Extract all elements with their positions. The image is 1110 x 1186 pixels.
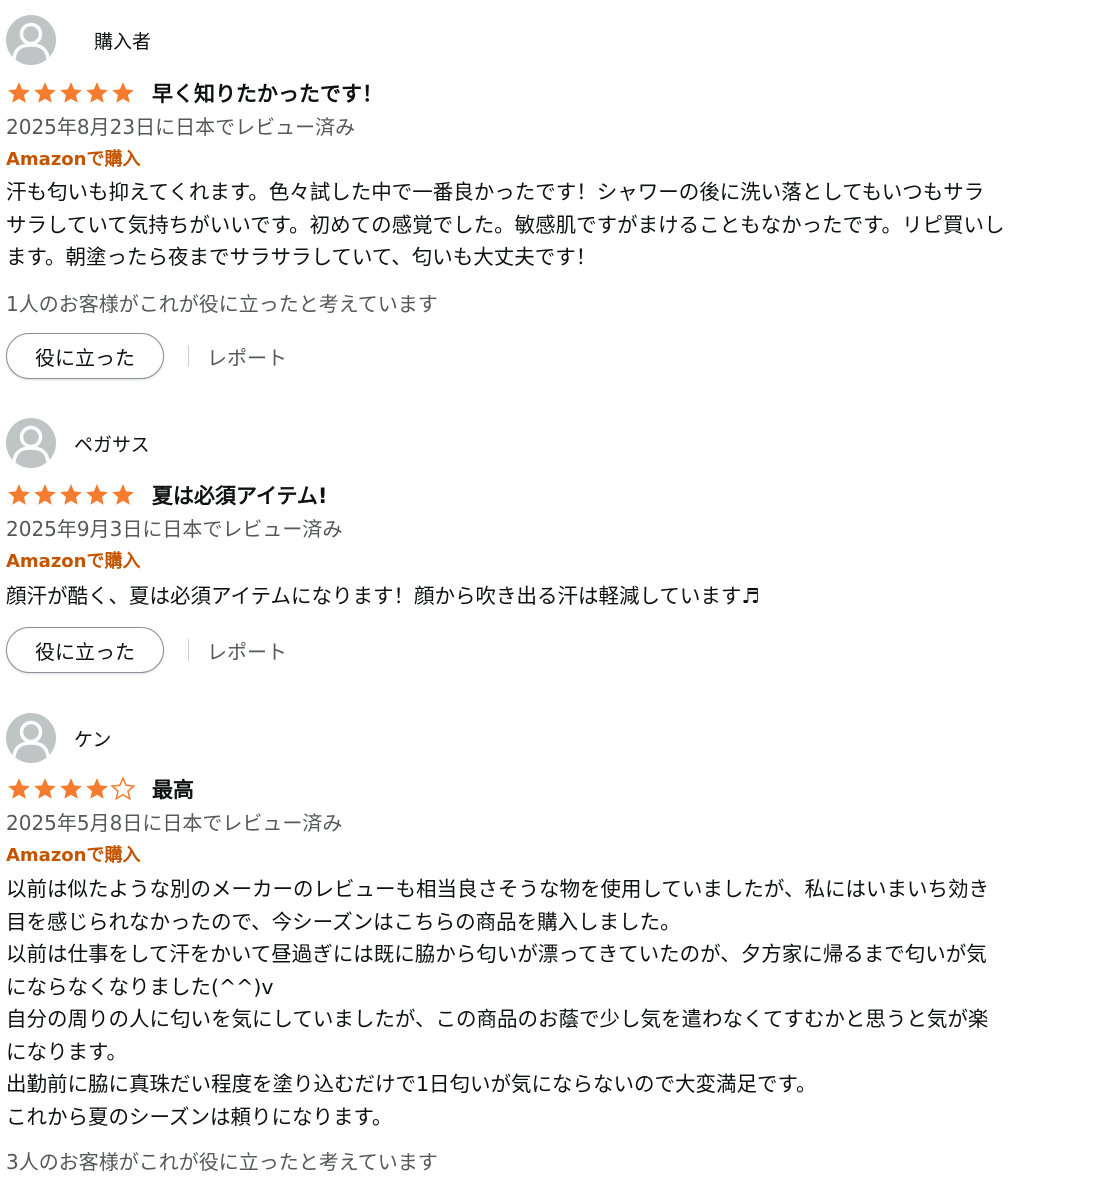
review-title[interactable]: 夏は必須アイテム! [152, 480, 327, 510]
star-rating[interactable] [6, 482, 136, 508]
star-filled-icon [60, 82, 82, 103]
review-date: 2025年8月23日に日本でレビュー済み [6, 115, 356, 139]
star-filled-icon [86, 82, 108, 103]
user-silhouette-icon [12, 425, 50, 463]
reviewer-profile[interactable]: ペガサス [6, 418, 150, 468]
star-filled-icon [112, 484, 134, 505]
review-body: 顔汗が酷く、夏は必須アイテムになります！顔から吹き出る汗は軽減しています♬ [6, 580, 1086, 613]
helpful-count: 3人のお客様がこれが役に立ったと考えています [6, 1150, 438, 1174]
report-link[interactable]: レポート [207, 636, 287, 665]
star-empty-icon [110, 776, 136, 801]
divider [188, 345, 189, 367]
star-filled-icon [60, 484, 82, 505]
star-filled-icon [8, 82, 30, 103]
star-filled-icon [112, 82, 134, 103]
reviewer-name: ケン [74, 728, 112, 751]
star-filled-icon [34, 484, 56, 505]
star-rating[interactable] [6, 80, 136, 106]
verified-purchase-badge: Amazonで購入 [6, 845, 141, 866]
helpful-count: 1人のお客様がこれが役に立ったと考えています [6, 292, 438, 316]
star-filled-icon [8, 778, 30, 799]
helpful-button[interactable]: 役に立った [6, 333, 164, 379]
review-date: 2025年9月3日に日本でレビュー済み [6, 517, 343, 541]
review-body-line: 顔汗が酷く、夏は必須アイテムになります！顔から吹き出る汗は軽減しています♬ [6, 584, 760, 608]
review-body-line: 自分の周りの人に匂いを気にしていましたが、この商品のお蔭で少し気を遣わなくてすむ… [6, 1007, 989, 1031]
user-silhouette-icon [12, 720, 50, 758]
verified-purchase-badge: Amazonで購入 [6, 149, 141, 170]
review-body-line: 以前は仕事をして汗をかいて昼過ぎには既に脇から匂いが漂ってきていたのが、夕方家に… [6, 942, 987, 966]
review-body-line: 出勤前に脇に真珠だい程度を塗り込むだけで1日匂いが気にならないので大変満足です。 [6, 1072, 817, 1096]
review-body-line: にならなくなりました(^^)v [6, 974, 274, 999]
reviewer-name: ペガサス [74, 433, 150, 456]
review-body-line: 目を感じられなかったので、今シーズンはこちらの商品を購入しました。 [6, 909, 681, 934]
review-body-line: サラしていて気持ちがいいです。初めての感覚でした。敏感肌ですがまけることもなかっ… [6, 212, 1005, 237]
avatar [6, 418, 56, 468]
star-filled-icon [8, 484, 30, 505]
star-filled-icon [60, 778, 82, 799]
review-body: 以前は似たような別のメーカーのレビューも相当良さそうな物を使用していましたが、私… [6, 873, 1086, 1133]
review-date: 2025年5月8日に日本でレビュー済み [6, 811, 343, 835]
helpful-button[interactable]: 役に立った [6, 627, 164, 673]
star-filled-icon [86, 778, 108, 799]
review-title[interactable]: 最高 [152, 774, 194, 804]
star-rating[interactable] [6, 776, 136, 802]
avatar [6, 15, 56, 65]
star-filled-icon [34, 778, 56, 799]
reviewer-profile[interactable]: 購入者 [6, 15, 151, 65]
review-body: 汗も匂いも抑えてくれます。色々試した中で一番良かったです！シャワーの後に洗い落と… [6, 176, 1086, 274]
star-filled-icon [86, 484, 108, 505]
user-silhouette-icon [12, 22, 50, 60]
review-title[interactable]: 早く知りたかったです！ [152, 78, 383, 108]
reviewer-name: 購入者 [94, 30, 152, 53]
report-link[interactable]: レポート [207, 342, 287, 371]
reviewer-profile[interactable]: ケン [6, 713, 111, 763]
review-body-line: になります。 [6, 1039, 127, 1064]
review-body-line: 以前は似たような別のメーカーのレビューも相当良さそうな物を使用していましたが、私… [6, 877, 989, 901]
divider [188, 639, 189, 661]
star-filled-icon [34, 82, 56, 103]
review-body-line: これから夏のシーズンは頼りになります。 [6, 1104, 393, 1129]
review-body-line: 汗も匂いも抑えてくれます。色々試した中で一番良かったです！シャワーの後に洗い落と… [6, 180, 985, 204]
review-body-line: ます。朝塗ったら夜までサラサラしていて、匂いも大丈夫です！ [6, 245, 597, 269]
verified-purchase-badge: Amazonで購入 [6, 551, 141, 572]
avatar [6, 713, 56, 763]
